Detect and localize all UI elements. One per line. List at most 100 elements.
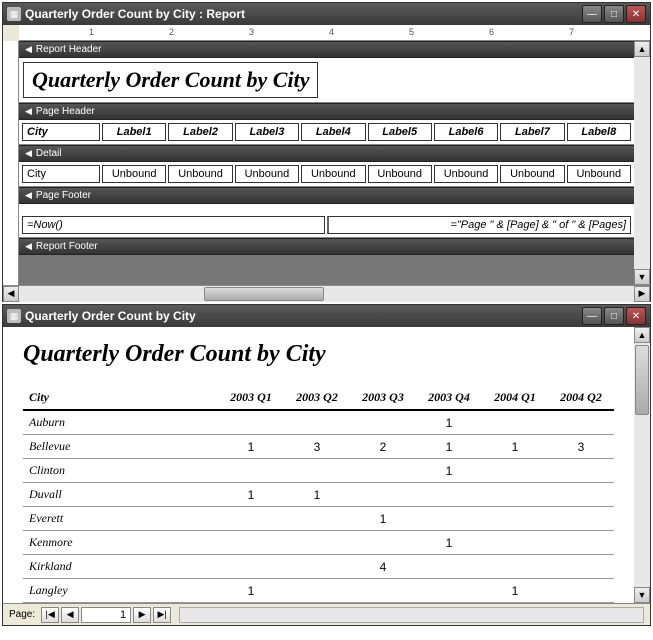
detail-field[interactable]: Unbound xyxy=(168,165,232,183)
next-page-button[interactable]: ▶ xyxy=(133,607,151,623)
column-header[interactable]: Label5 xyxy=(368,123,432,141)
minimize-button[interactable]: — xyxy=(582,5,602,23)
table-row: Duvall11 xyxy=(23,483,614,507)
cell-city: Bellevue xyxy=(23,435,218,459)
cell-city: Everett xyxy=(23,507,218,531)
cell-value xyxy=(548,507,614,531)
preview-document[interactable]: Quarterly Order Count by City City2003 Q… xyxy=(3,327,634,603)
column-header-quarter: 2004 Q1 xyxy=(482,386,548,410)
column-header[interactable]: Label4 xyxy=(301,123,365,141)
last-page-button[interactable]: ▶| xyxy=(153,607,171,623)
table-row: Langley11 xyxy=(23,579,614,603)
report-footer-label: Report Footer xyxy=(36,241,98,252)
footer-page-expr[interactable]: ="Page " & [Page] & " of " & [Pages] xyxy=(327,216,631,234)
cell-value: 1 xyxy=(350,507,416,531)
cell-value xyxy=(218,555,284,579)
detail-bar[interactable]: ◀Detail xyxy=(19,145,634,162)
design-body: 1234567 ◀Report Header Quarterly Order C… xyxy=(3,25,650,301)
scroll-right-button[interactable]: ▶ xyxy=(634,286,650,302)
page-footer-bar[interactable]: ◀Page Footer xyxy=(19,187,634,204)
cell-value xyxy=(350,459,416,483)
column-header[interactable]: Label8 xyxy=(567,123,631,141)
cell-value: 3 xyxy=(284,435,350,459)
collapse-icon: ◀ xyxy=(25,106,32,117)
cell-value xyxy=(482,507,548,531)
cell-value xyxy=(284,555,350,579)
horizontal-ruler[interactable]: 1234567 xyxy=(19,25,650,41)
collapse-icon: ◀ xyxy=(25,148,32,159)
scroll-up-button[interactable]: ▲ xyxy=(634,327,650,343)
cell-value xyxy=(548,531,614,555)
page-header-bar[interactable]: ◀Page Header xyxy=(19,103,634,120)
column-header[interactable]: Label3 xyxy=(235,123,299,141)
scroll-down-button[interactable]: ▼ xyxy=(634,269,650,285)
cell-value xyxy=(548,410,614,435)
vertical-scrollbar[interactable]: ▲ ▼ xyxy=(634,327,650,603)
page-number-input[interactable] xyxy=(81,607,131,623)
table-row: Kirkland4 xyxy=(23,555,614,579)
column-header[interactable]: Label7 xyxy=(500,123,564,141)
detail-field[interactable]: Unbound xyxy=(235,165,299,183)
report-header-section[interactable]: Quarterly Order Count by City xyxy=(19,58,634,103)
design-title: Quarterly Order Count by City : Report xyxy=(25,7,582,21)
horizontal-scrollbar[interactable]: ◀ ▶ xyxy=(3,285,650,301)
close-button[interactable]: ✕ xyxy=(626,5,646,23)
scroll-left-button[interactable]: ◀ xyxy=(3,286,19,302)
detail-field[interactable]: Unbound xyxy=(102,165,166,183)
preview-body: Quarterly Order Count by City City2003 Q… xyxy=(3,327,650,603)
document-title: Quarterly Order Count by City xyxy=(23,341,614,368)
cell-value xyxy=(548,483,614,507)
detail-field[interactable]: Unbound xyxy=(500,165,564,183)
cell-value xyxy=(416,579,482,603)
page-footer-section[interactable]: =Now() ="Page " & [Page] & " of " & [Pag… xyxy=(19,204,634,238)
cell-value: 1 xyxy=(416,459,482,483)
cell-value xyxy=(482,410,548,435)
detail-field[interactable]: Unbound xyxy=(567,165,631,183)
report-preview-window: ▦ Quarterly Order Count by City — □ ✕ Qu… xyxy=(2,304,651,626)
cell-value xyxy=(416,483,482,507)
cell-value: 1 xyxy=(284,483,350,507)
vertical-scrollbar[interactable]: ▲ ▼ xyxy=(634,41,650,285)
vertical-ruler[interactable] xyxy=(3,41,19,285)
maximize-button[interactable]: □ xyxy=(604,5,624,23)
column-header-quarter: 2004 Q2 xyxy=(548,386,614,410)
column-header[interactable]: Label6 xyxy=(434,123,498,141)
scroll-thumb[interactable] xyxy=(635,345,649,415)
report-footer-bar[interactable]: ◀Report Footer xyxy=(19,238,634,255)
footer-now-expr[interactable]: =Now() xyxy=(22,216,325,234)
design-titlebar[interactable]: ▦ Quarterly Order Count by City : Report… xyxy=(3,3,650,25)
prev-page-button[interactable]: ◀ xyxy=(61,607,79,623)
title-textbox[interactable]: Quarterly Order Count by City xyxy=(23,62,318,98)
preview-titlebar[interactable]: ▦ Quarterly Order Count by City — □ ✕ xyxy=(3,305,650,327)
minimize-button[interactable]: — xyxy=(582,307,602,325)
cell-value: 1 xyxy=(416,435,482,459)
detail-field[interactable]: Unbound xyxy=(301,165,365,183)
cell-value xyxy=(284,579,350,603)
nav-scrollbar[interactable] xyxy=(179,607,644,623)
cell-value xyxy=(482,459,548,483)
detail-section[interactable]: City Unbound Unbound Unbound Unbound Unb… xyxy=(19,162,634,187)
first-page-button[interactable]: |◀ xyxy=(41,607,59,623)
column-header[interactable]: Label2 xyxy=(168,123,232,141)
column-header[interactable]: Label1 xyxy=(102,123,166,141)
scroll-thumb[interactable] xyxy=(204,287,324,301)
close-button[interactable]: ✕ xyxy=(626,307,646,325)
cell-value: 1 xyxy=(218,483,284,507)
data-table: City2003 Q12003 Q22003 Q32003 Q42004 Q12… xyxy=(23,386,614,603)
maximize-button[interactable]: □ xyxy=(604,307,624,325)
report-icon: ▦ xyxy=(7,309,21,323)
cell-value xyxy=(482,555,548,579)
page-header-section[interactable]: City Label1 Label2 Label3 Label4 Label5 … xyxy=(19,120,634,145)
detail-field[interactable]: Unbound xyxy=(368,165,432,183)
cell-city: Duvall xyxy=(23,483,218,507)
scroll-up-button[interactable]: ▲ xyxy=(634,41,650,57)
scroll-down-button[interactable]: ▼ xyxy=(634,587,650,603)
cell-value: 1 xyxy=(416,410,482,435)
detail-field-city[interactable]: City xyxy=(22,165,100,183)
detail-field[interactable]: Unbound xyxy=(434,165,498,183)
cell-value xyxy=(350,579,416,603)
cell-value xyxy=(218,410,284,435)
column-header-city[interactable]: City xyxy=(22,123,100,141)
report-header-bar[interactable]: ◀Report Header xyxy=(19,41,634,58)
cell-value xyxy=(350,483,416,507)
